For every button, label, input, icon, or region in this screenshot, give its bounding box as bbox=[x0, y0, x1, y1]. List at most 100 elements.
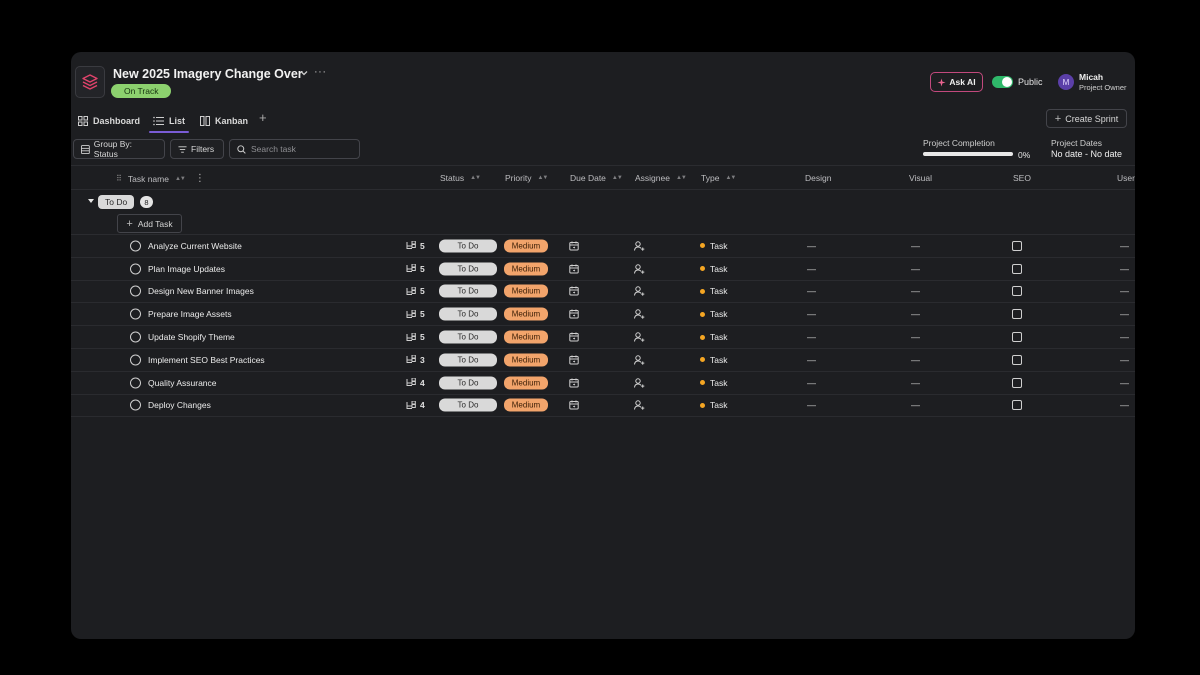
complete-task-checkbox[interactable] bbox=[130, 285, 141, 297]
group-by-button[interactable]: Group By: Status bbox=[73, 139, 165, 159]
calendar-icon[interactable] bbox=[569, 264, 579, 274]
user-cell[interactable]: — bbox=[1120, 286, 1129, 296]
task-name[interactable]: Update Shopify Theme bbox=[148, 332, 235, 342]
search-box[interactable] bbox=[229, 139, 360, 159]
priority-badge[interactable]: Medium bbox=[504, 330, 548, 344]
column-header-design[interactable]: Design bbox=[805, 173, 831, 183]
status-badge[interactable]: To Do bbox=[439, 262, 497, 276]
design-cell[interactable]: — bbox=[807, 241, 816, 251]
add-assignee-icon[interactable] bbox=[634, 241, 645, 251]
complete-task-checkbox[interactable] bbox=[130, 308, 141, 320]
task-type[interactable]: Task bbox=[700, 378, 727, 388]
column-header-assignee[interactable]: Assignee ▲▼ bbox=[635, 173, 687, 183]
subtask-count[interactable]: 5 bbox=[406, 309, 425, 319]
priority-badge[interactable]: Medium bbox=[504, 262, 548, 276]
design-cell[interactable]: — bbox=[807, 264, 816, 274]
add-assignee-icon[interactable] bbox=[634, 309, 645, 319]
column-header-due-date[interactable]: Due Date ▲▼ bbox=[570, 173, 623, 183]
design-cell[interactable]: — bbox=[807, 400, 816, 410]
status-badge[interactable]: To Do bbox=[439, 353, 497, 367]
column-header-task-name[interactable]: ⠿ Task name ▲▼ ⋮ bbox=[116, 173, 205, 184]
table-row[interactable]: Deploy Changes 4 To Do Medium Task — — — bbox=[71, 395, 1135, 418]
status-badge[interactable]: To Do bbox=[439, 239, 497, 253]
add-task-button[interactable]: + Add Task bbox=[117, 214, 182, 233]
add-assignee-icon[interactable] bbox=[634, 332, 645, 342]
task-type[interactable]: Task bbox=[700, 400, 727, 410]
visual-cell[interactable]: — bbox=[911, 286, 920, 296]
user-cell[interactable]: — bbox=[1120, 400, 1129, 410]
calendar-icon[interactable] bbox=[569, 332, 579, 342]
table-row[interactable]: Update Shopify Theme 5 To Do Medium Task — — — bbox=[71, 326, 1135, 349]
priority-badge[interactable]: Medium bbox=[504, 307, 548, 321]
avatar[interactable]: M bbox=[1058, 74, 1074, 90]
design-cell[interactable]: — bbox=[807, 378, 816, 388]
priority-badge[interactable]: Medium bbox=[504, 376, 548, 390]
table-row[interactable]: Implement SEO Best Practices 3 To Do Medium… bbox=[71, 349, 1135, 372]
table-row[interactable]: Design New Banner Images 5 To Do Medium Task… bbox=[71, 281, 1135, 304]
task-type[interactable]: Task bbox=[700, 264, 727, 274]
task-name[interactable]: Deploy Changes bbox=[148, 400, 211, 410]
table-row[interactable]: Plan Image Updates 5 To Do Medium Task — — — bbox=[71, 258, 1135, 281]
calendar-icon[interactable] bbox=[569, 355, 579, 365]
complete-task-checkbox[interactable] bbox=[130, 263, 141, 275]
complete-task-checkbox[interactable] bbox=[130, 354, 141, 366]
tab-kanban[interactable]: Kanban bbox=[200, 112, 248, 130]
task-type[interactable]: Task bbox=[700, 332, 727, 342]
priority-badge[interactable]: Medium bbox=[504, 398, 548, 412]
user-cell[interactable]: — bbox=[1120, 309, 1129, 319]
task-name[interactable]: Quality Assurance bbox=[148, 378, 217, 388]
column-header-status[interactable]: Status ▲▼ bbox=[440, 173, 481, 183]
task-name[interactable]: Design New Banner Images bbox=[148, 286, 254, 296]
add-assignee-icon[interactable] bbox=[634, 355, 645, 365]
add-assignee-icon[interactable] bbox=[634, 400, 645, 411]
subtask-count[interactable]: 5 bbox=[406, 332, 425, 342]
design-cell[interactable]: — bbox=[807, 286, 816, 296]
visual-cell[interactable]: — bbox=[911, 264, 920, 274]
seo-checkbox[interactable] bbox=[1012, 263, 1022, 274]
create-sprint-button[interactable]: + Create Sprint bbox=[1046, 109, 1127, 128]
tab-dashboard[interactable]: Dashboard bbox=[78, 112, 140, 130]
calendar-icon[interactable] bbox=[569, 241, 579, 251]
task-name[interactable]: Implement SEO Best Practices bbox=[148, 355, 265, 365]
calendar-icon[interactable] bbox=[569, 309, 579, 319]
status-badge[interactable]: To Do bbox=[439, 398, 497, 412]
filters-button[interactable]: Filters bbox=[170, 139, 224, 159]
add-assignee-icon[interactable] bbox=[634, 263, 645, 274]
column-header-seo[interactable]: SEO bbox=[1013, 173, 1031, 183]
public-toggle[interactable] bbox=[992, 76, 1013, 88]
seo-checkbox[interactable] bbox=[1012, 377, 1022, 388]
task-type[interactable]: Task bbox=[700, 309, 727, 319]
task-type[interactable]: Task bbox=[700, 286, 727, 296]
seo-checkbox[interactable] bbox=[1012, 240, 1022, 251]
subtask-count[interactable]: 4 bbox=[406, 378, 425, 388]
add-assignee-icon[interactable] bbox=[634, 377, 645, 388]
task-type[interactable]: Task bbox=[700, 241, 727, 251]
visual-cell[interactable]: — bbox=[911, 355, 920, 365]
table-row[interactable]: Quality Assurance 4 To Do Medium Task — — — bbox=[71, 372, 1135, 395]
seo-checkbox[interactable] bbox=[1012, 400, 1022, 411]
calendar-icon[interactable] bbox=[569, 378, 579, 388]
subtask-count[interactable]: 3 bbox=[406, 355, 425, 365]
seo-checkbox[interactable] bbox=[1012, 286, 1022, 297]
calendar-icon[interactable] bbox=[569, 286, 579, 296]
complete-task-checkbox[interactable] bbox=[130, 377, 141, 389]
column-header-priority[interactable]: Priority ▲▼ bbox=[505, 173, 548, 183]
subtask-count[interactable]: 5 bbox=[406, 241, 425, 251]
seo-checkbox[interactable] bbox=[1012, 354, 1022, 365]
user-cell[interactable]: — bbox=[1120, 264, 1129, 274]
search-input[interactable] bbox=[251, 144, 351, 154]
design-cell[interactable]: — bbox=[807, 355, 816, 365]
chevron-down-icon[interactable] bbox=[299, 68, 309, 78]
tab-list[interactable]: List bbox=[148, 112, 190, 133]
calendar-icon[interactable] bbox=[569, 400, 579, 410]
user-cell[interactable]: — bbox=[1120, 355, 1129, 365]
status-badge[interactable]: To Do bbox=[439, 376, 497, 390]
add-assignee-icon[interactable] bbox=[634, 286, 645, 297]
complete-task-checkbox[interactable] bbox=[130, 240, 141, 252]
subtask-count[interactable]: 5 bbox=[406, 286, 425, 296]
seo-checkbox[interactable] bbox=[1012, 332, 1022, 343]
project-logo-icon[interactable] bbox=[75, 66, 105, 98]
more-options-icon[interactable]: ··· bbox=[314, 66, 327, 78]
visual-cell[interactable]: — bbox=[911, 378, 920, 388]
complete-task-checkbox[interactable] bbox=[130, 331, 141, 343]
